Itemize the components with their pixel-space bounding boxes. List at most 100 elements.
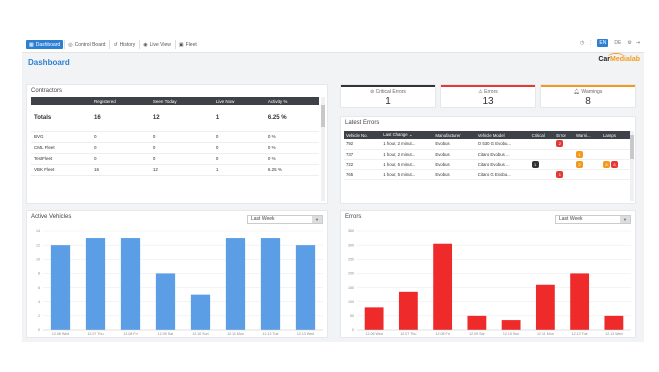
table-cell <box>574 169 601 180</box>
y-tick-label: 0 <box>38 328 40 332</box>
nav-item-dashboard[interactable]: ▦ Dashboard <box>26 40 64 49</box>
table-cell: Evobus <box>433 139 476 150</box>
nav-item-fleet[interactable]: ▣ Fleet <box>174 40 200 49</box>
column-header[interactable] <box>31 97 91 105</box>
critical-errors-card[interactable]: ⊘ Critical Errors 1 <box>340 84 436 108</box>
column-header-label: Vehicle No. <box>346 132 368 138</box>
clock-icon[interactable]: ◷ <box>580 40 584 46</box>
nav-item-label: Live View <box>149 41 171 48</box>
column-header[interactable]: Warni... <box>574 131 601 139</box>
table-cell: 0 <box>212 142 265 154</box>
top-bar: ▦ Dashboard ◎ Control Board ↺ History ◉ Live Vi… <box>22 36 644 53</box>
scrollbar-thumb[interactable] <box>630 135 634 159</box>
errors-card[interactable]: ⚠ Errors 13 <box>440 84 536 108</box>
column-header[interactable]: Live Now <box>212 97 265 105</box>
bar-12-11-Mon[interactable] <box>225 238 246 330</box>
bar-12-13-Wed[interactable] <box>604 315 624 330</box>
chevron-down-icon[interactable]: ▼ <box>620 216 630 223</box>
table-cell: BVG <box>31 131 91 143</box>
info-icon[interactable]: ⋮ <box>588 40 593 46</box>
bar-12-06-Wed[interactable] <box>50 245 71 330</box>
bar-12-11-Mon[interactable] <box>535 284 555 330</box>
language-de[interactable]: DE <box>612 39 623 47</box>
nav-item-control-board[interactable]: ◎ Control Board <box>64 40 108 49</box>
gauge-icon: ◎ <box>68 41 73 48</box>
nav-item-live-view[interactable]: ◉ Live View <box>139 40 174 49</box>
errors-value: 13 <box>482 96 494 107</box>
table-cell: 12 <box>149 164 213 176</box>
table-cell: 0 <box>91 153 150 165</box>
chevron-down-icon[interactable]: ▼ <box>312 216 322 223</box>
scrollbar-thumb[interactable] <box>321 105 325 127</box>
y-tick-label: 150 <box>348 286 354 290</box>
critical-count-badge: 1 <box>531 160 539 168</box>
table-cell <box>554 159 575 170</box>
x-tick-label: 12.11 Mon <box>537 332 554 336</box>
settings-icon[interactable]: ⚙ <box>627 40 631 46</box>
table-row[interactable]: VBK Fleet 16 12 1 6.25 % <box>31 164 319 176</box>
column-header-label: Last Change <box>383 132 408 137</box>
table-cell: 0 <box>149 153 213 165</box>
table-cell: Totals <box>31 105 91 132</box>
sort-chevron-icon[interactable]: ⌄ <box>408 132 413 137</box>
table-cell: 792 <box>344 139 382 150</box>
bar-12-09-Sat[interactable] <box>467 315 487 330</box>
bar-12-06-Wed[interactable] <box>364 307 384 330</box>
column-header[interactable]: Seen Today <box>149 97 213 105</box>
bar-12-12-Tue[interactable] <box>570 273 590 330</box>
table-row[interactable]: TestFleet 0 0 0 0 % <box>31 153 319 165</box>
errors-chart-title: Errors <box>345 214 362 220</box>
table-cell: Evobus <box>433 149 476 160</box>
latest-errors-panel: Latest Errors Vehicle No. Last Change ⌄ Ma… <box>340 116 636 204</box>
y-tick-label: 50 <box>350 314 354 318</box>
bar-12-13-Wed[interactable] <box>295 245 316 330</box>
contractors-title: Contractors <box>31 88 63 94</box>
column-header[interactable]: Registered <box>91 97 150 105</box>
latest-errors-scrollbar[interactable] <box>630 131 634 201</box>
bar-12-10-Sun[interactable] <box>501 320 521 330</box>
column-header[interactable]: Critical <box>529 131 555 139</box>
logout-icon[interactable]: ⇥ <box>636 40 640 46</box>
errors-period-select[interactable]: Last Week ▼ <box>555 215 631 224</box>
bell-icon: 🔔︎ <box>573 89 581 95</box>
bar-12-08-Fri[interactable] <box>120 238 141 330</box>
column-header[interactable]: Activity % <box>264 97 319 105</box>
table-row[interactable]: 737 1 hour, 2 minut... Evobus Citaro Evobus… <box>344 149 630 160</box>
bar-12-08-Fri[interactable] <box>433 243 453 330</box>
bar-12-07-Thu[interactable] <box>85 238 106 330</box>
warnings-card[interactable]: 🔔︎ Warnings 8 <box>540 84 636 108</box>
nav-item-label: History <box>119 41 136 48</box>
language-en[interactable]: EN <box>597 39 609 47</box>
grid-icon: ▦ <box>29 41 34 48</box>
active-vehicles-period-select[interactable]: Last Week ▼ <box>247 215 323 224</box>
bar-12-09-Sat[interactable] <box>155 273 176 330</box>
table-row[interactable]: 722 1 hour, 5 minut... Evobus Citaro Evobus… <box>344 159 630 170</box>
contractors-scrollbar[interactable] <box>321 97 325 201</box>
column-header[interactable]: Last Change ⌄ <box>381 131 434 139</box>
bar-12-10-Sun[interactable] <box>190 294 211 330</box>
x-tick-label: 12.13 Wed <box>605 332 622 336</box>
warning-count-badge: 2 <box>576 160 584 168</box>
error-count-badge: 1 <box>556 170 564 178</box>
lamps-cell: ⚠ ⚠ <box>601 159 630 170</box>
error-count-badge: 2 <box>556 140 564 148</box>
column-header[interactable]: Error <box>554 131 575 139</box>
bar-12-07-Thu[interactable] <box>398 291 418 330</box>
nav-item-history[interactable]: ↺ History <box>109 40 138 49</box>
table-cell: 1 <box>212 105 265 132</box>
table-row[interactable]: 765 1 hour, 5 minut... Evobus Citaro G Evob… <box>344 169 630 180</box>
column-header[interactable]: Vehicle No. <box>344 131 382 139</box>
critical-errors-label: ⊘ Critical Errors <box>370 89 406 95</box>
table-row[interactable]: CML Fleet 0 0 0 0 % <box>31 142 319 154</box>
warnings-label: 🔔︎ Warnings <box>573 89 603 95</box>
column-header[interactable]: Manufacturer <box>433 131 476 139</box>
table-row[interactable]: 792 1 hour, 2 minut... Evobus O 530 G Evobu… <box>344 139 630 150</box>
column-header[interactable]: Lamps <box>601 131 630 139</box>
column-header[interactable]: Vehicle Model <box>475 131 530 139</box>
warning-triangle-icon: ⚠ <box>478 89 483 95</box>
table-cell: VBK Fleet <box>31 164 91 176</box>
table-cell: 2 <box>554 139 575 150</box>
table-row[interactable]: BVG 0 0 0 0 % <box>31 131 319 143</box>
active-vehicles-chart: 0 2 4 6 8 10 12 14 12.06 Wed 12.07 Thu 12.08 Fri 12… <box>36 229 323 336</box>
bar-12-12-Tue[interactable] <box>260 238 281 330</box>
